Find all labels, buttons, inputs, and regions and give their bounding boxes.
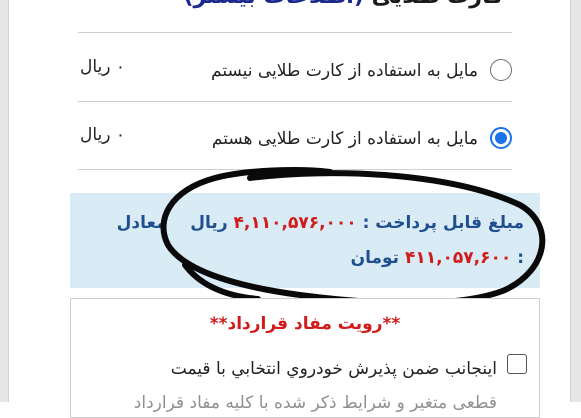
left-frame [0, 0, 9, 402]
payment-colon: : [517, 248, 524, 268]
option-not-use-golden-card[interactable]: مایل به استفاده از کارت طلایی نیستم ۰ ری… [78, 57, 512, 87]
radio-use[interactable] [490, 127, 512, 149]
heading-title: کارت طلایی [372, 0, 503, 9]
payment-amount-toman: ۴۱۱,۰۵۷,۶۰۰ [404, 248, 512, 268]
payment-equivalent: معادل [116, 213, 167, 233]
contract-section: **رویت مفاد قرارداد** اینجانب ضمن پذیرش … [70, 298, 540, 418]
more-info-link[interactable]: (اطلاعات بیشتر) [183, 0, 363, 9]
divider [78, 101, 512, 102]
right-frame [570, 0, 581, 402]
option-price: ۰ ریال [80, 125, 126, 145]
contract-title: **رویت مفاد قرارداد** [209, 314, 401, 334]
divider [78, 32, 512, 33]
option-label: مایل به استفاده از کارت طلایی هستم [211, 129, 478, 149]
option-use-golden-card[interactable]: مایل به استفاده از کارت طلایی هستم ۰ ریا… [78, 125, 512, 155]
payment-line-2: : ۴۱۱,۰۵۷,۶۰۰ تومان [351, 248, 524, 268]
payment-label: مبلغ قابل پرداخت : [362, 213, 524, 233]
payment-line-1: مبلغ قابل پرداخت : ۴,۱۱۰,۵۷۶,۰۰۰ ریال مع… [117, 213, 524, 233]
payment-summary: مبلغ قابل پرداخت : ۴,۱۱۰,۵۷۶,۰۰۰ ریال مع… [70, 193, 540, 288]
agreement-text: اینجانب ضمن پذیرش خودروي انتخابي با قیمت [170, 359, 497, 379]
option-price: ۰ ریال [80, 57, 126, 77]
divider [78, 169, 512, 170]
agreement-text-continued: قطعی متغیر و شرایط ذکر شده با کلیه مفاد … [133, 393, 497, 413]
option-label: مایل به استفاده از کارت طلایی نیستم [211, 61, 478, 81]
radio-not-use[interactable] [490, 59, 512, 81]
golden-card-heading: کارت طلایی (اطلاعات بیشتر) [183, 0, 503, 9]
payment-toman-unit: تومان [350, 248, 400, 268]
payment-amount-rial: ۴,۱۱۰,۵۷۶,۰۰۰ [233, 213, 357, 233]
payment-rial-unit: ریال [190, 213, 228, 233]
agreement-checkbox[interactable] [507, 354, 527, 374]
